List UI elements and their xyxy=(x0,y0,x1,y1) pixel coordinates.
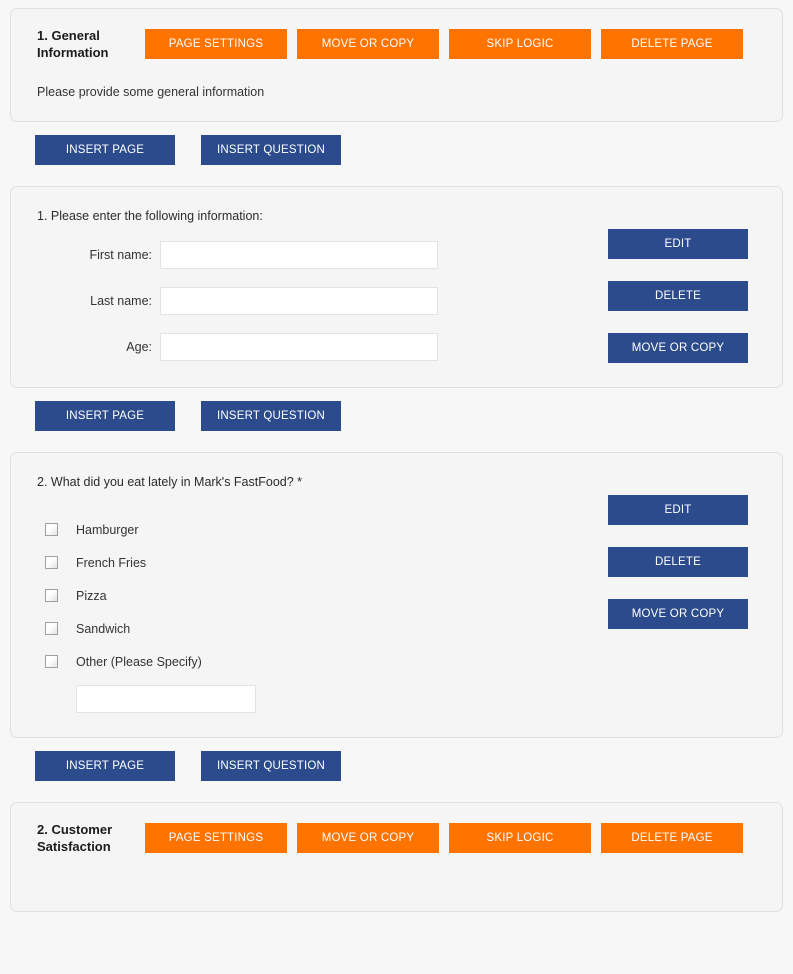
page-header-panel-1: 1. General Information PAGE SETTINGS MOV… xyxy=(10,8,783,122)
insert-page-button[interactable]: INSERT PAGE xyxy=(35,401,175,431)
edit-question-button[interactable]: EDIT xyxy=(608,495,748,525)
checkbox-hamburger[interactable] xyxy=(45,523,58,536)
other-specify-input[interactable] xyxy=(76,685,256,713)
insert-page-button[interactable]: INSERT PAGE xyxy=(35,135,175,165)
field-row-last-name: Last name: xyxy=(25,287,608,315)
question-panel-1: 1. Please enter the following informatio… xyxy=(10,186,783,388)
insert-page-button[interactable]: INSERT PAGE xyxy=(35,751,175,781)
delete-question-button[interactable]: DELETE xyxy=(608,281,748,311)
insert-row-3: INSERT PAGE INSERT QUESTION xyxy=(0,738,793,794)
page-description: Please provide some general information xyxy=(37,85,265,99)
age-label: Age: xyxy=(126,340,152,354)
delete-question-button[interactable]: DELETE xyxy=(608,547,748,577)
page-settings-button[interactable]: PAGE SETTINGS xyxy=(145,823,287,853)
page-move-or-copy-button[interactable]: MOVE OR COPY xyxy=(297,823,439,853)
delete-page-button[interactable]: DELETE PAGE xyxy=(601,29,743,59)
page-settings-button[interactable]: PAGE SETTINGS xyxy=(145,29,287,59)
insert-row-2: INSERT PAGE INSERT QUESTION xyxy=(0,388,793,444)
last-name-label: Last name: xyxy=(90,294,152,308)
question-title: 2. What did you eat lately in Mark's Fas… xyxy=(37,475,303,489)
insert-row-1: INSERT PAGE INSERT QUESTION xyxy=(0,122,793,178)
page-move-or-copy-button[interactable]: MOVE OR COPY xyxy=(297,29,439,59)
page-skip-logic-button[interactable]: SKIP LOGIC xyxy=(449,29,591,59)
field-row-first-name: First name: xyxy=(25,241,608,269)
question-body: 2. What did you eat lately in Mark's Fas… xyxy=(25,475,608,713)
first-name-input[interactable] xyxy=(160,241,438,269)
checkbox-sandwich[interactable] xyxy=(45,622,58,635)
page-skip-logic-button[interactable]: SKIP LOGIC xyxy=(449,823,591,853)
checkbox-other[interactable] xyxy=(45,655,58,668)
last-name-input[interactable] xyxy=(160,287,438,315)
question-title: 1. Please enter the following informatio… xyxy=(37,209,263,223)
age-input[interactable] xyxy=(160,333,438,361)
option-label: French Fries xyxy=(76,555,147,570)
insert-question-button[interactable]: INSERT QUESTION xyxy=(201,751,341,781)
move-or-copy-question-button[interactable]: MOVE OR COPY xyxy=(608,333,748,363)
other-input-wrapper xyxy=(45,685,608,713)
option-label: Hamburger xyxy=(76,522,139,537)
page-action-buttons: PAGE SETTINGS MOVE OR COPY SKIP LOGIC DE… xyxy=(145,823,768,853)
option-label: Pizza xyxy=(76,588,107,603)
page-title: 2. Customer Satisfaction xyxy=(37,822,113,854)
page-header-row: 2. Customer Satisfaction PAGE SETTINGS M… xyxy=(25,821,768,855)
field-row-age: Age: xyxy=(25,333,608,361)
option-row[interactable]: French Fries xyxy=(45,546,608,579)
survey-builder: 1. General Information PAGE SETTINGS MOV… xyxy=(0,8,793,912)
option-row[interactable]: Pizza xyxy=(45,579,608,612)
page-header-row: 1. General Information PAGE SETTINGS MOV… xyxy=(25,27,768,61)
question-action-buttons-2: EDIT DELETE MOVE OR COPY xyxy=(608,475,768,713)
delete-page-button[interactable]: DELETE PAGE xyxy=(601,823,743,853)
checkbox-pizza[interactable] xyxy=(45,589,58,602)
option-row[interactable]: Hamburger xyxy=(45,513,608,546)
first-name-label: First name: xyxy=(89,248,152,262)
page-header-panel-2: 2. Customer Satisfaction PAGE SETTINGS M… xyxy=(10,802,783,912)
question-action-buttons-1: EDIT DELETE MOVE OR COPY xyxy=(608,209,768,363)
insert-question-button[interactable]: INSERT QUESTION xyxy=(201,135,341,165)
checkbox-option-list: Hamburger French Fries Pizza Sandwich Ot… xyxy=(25,513,608,713)
option-label: Sandwich xyxy=(76,621,131,636)
edit-question-button[interactable]: EDIT xyxy=(608,229,748,259)
move-or-copy-question-button[interactable]: MOVE OR COPY xyxy=(608,599,748,629)
question-body: 1. Please enter the following informatio… xyxy=(25,209,608,363)
page-action-buttons: PAGE SETTINGS MOVE OR COPY SKIP LOGIC DE… xyxy=(145,29,768,59)
insert-question-button[interactable]: INSERT QUESTION xyxy=(201,401,341,431)
option-row[interactable]: Other (Please Specify) xyxy=(45,645,608,678)
option-row[interactable]: Sandwich xyxy=(45,612,608,645)
page-title: 1. General Information xyxy=(37,28,109,60)
checkbox-french-fries[interactable] xyxy=(45,556,58,569)
question-panel-2: 2. What did you eat lately in Mark's Fas… xyxy=(10,452,783,738)
option-label: Other (Please Specify) xyxy=(76,654,202,669)
